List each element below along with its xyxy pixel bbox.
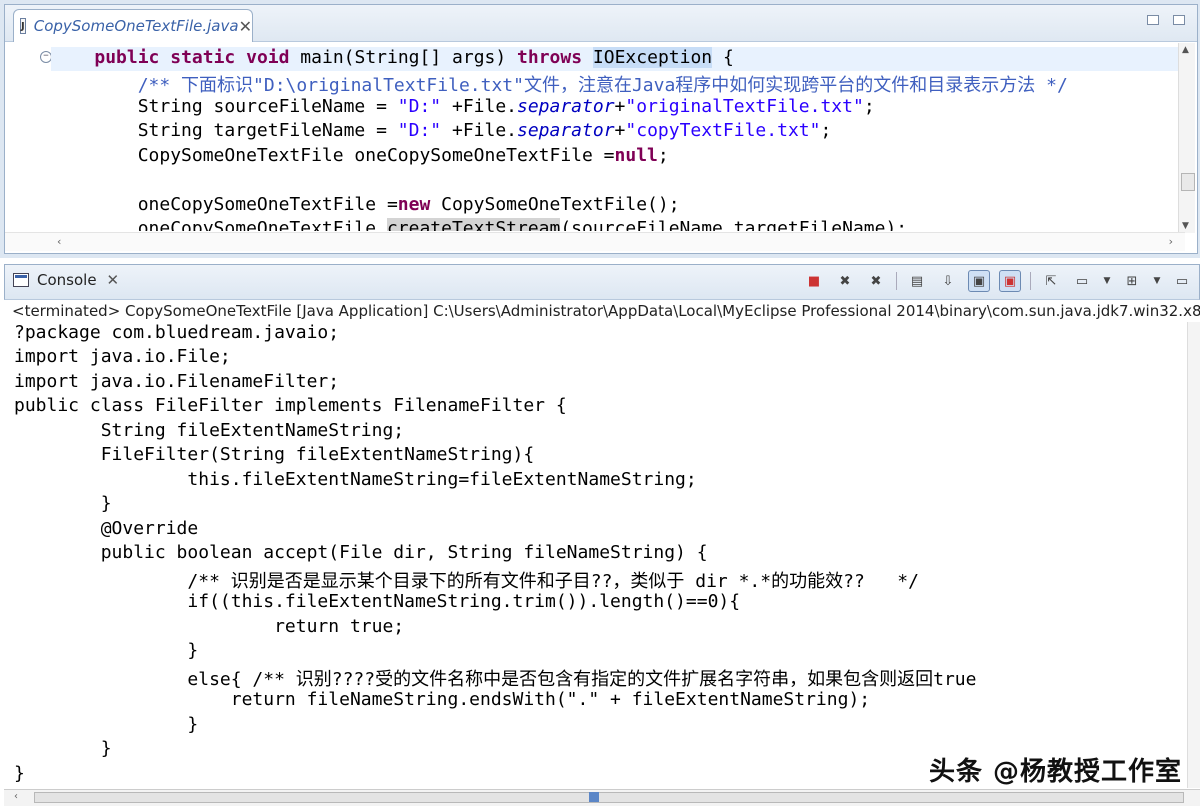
- show-on-stderr-icon[interactable]: ▣: [999, 270, 1021, 292]
- console-line: return fileNameString.endsWith("." + fil…: [14, 689, 871, 710]
- pin-console-icon[interactable]: ⇱: [1040, 270, 1062, 292]
- console-icon: [13, 273, 29, 287]
- java-file-icon: J: [20, 18, 26, 34]
- code-line: oneCopySomeOneTextFile =new CopySomeOneT…: [51, 194, 680, 215]
- console-tab[interactable]: Console ✕: [13, 271, 119, 289]
- code-line: String sourceFileName = "D:" +File.separ…: [51, 96, 875, 117]
- chevron-down-icon[interactable]: ▼: [1102, 270, 1112, 292]
- scrollbar-thumb[interactable]: [34, 792, 1184, 803]
- console-line: }: [14, 640, 199, 661]
- remove-launch-icon[interactable]: ✖: [834, 270, 856, 292]
- code-line: oneCopySomeOneTextFile.createTextStream(…: [51, 218, 907, 231]
- editor-panel: J CopySomeOneTextFile.java ✕ − public st…: [0, 0, 1200, 258]
- console-line: public boolean accept(File dir, String f…: [14, 542, 708, 563]
- console-line: }: [14, 738, 112, 759]
- code-line: String targetFileName = "D:" +File.separ…: [51, 120, 832, 141]
- scroll-lock-icon[interactable]: ⇩: [937, 270, 959, 292]
- scroll-left-icon[interactable]: ‹: [14, 791, 18, 802]
- scroll-down-icon[interactable]: ▼: [1182, 221, 1189, 231]
- console-line: ?package com.bluedream.javaio;: [14, 322, 340, 343]
- console-line: FileFilter(String fileExtentNameString){: [14, 444, 535, 465]
- code-line: CopySomeOneTextFile oneCopySomeOneTextFi…: [51, 145, 669, 166]
- display-selected-console-icon[interactable]: ▭: [1071, 270, 1093, 292]
- chevron-down-icon[interactable]: ▼: [1152, 270, 1162, 292]
- console-line: else{ /** 识别????受的文件名称中是否包含有指定的文件扩展名字符串，…: [14, 669, 977, 690]
- minimize-icon[interactable]: [1147, 15, 1159, 25]
- view-menu-icon[interactable]: ▭: [1171, 270, 1193, 292]
- code-line: /** 下面标识"D:\originalTextFile.txt"文件，注意在J…: [51, 75, 1068, 96]
- console-line: }: [14, 493, 112, 514]
- console-line: /** 识别是否是显示某个目录下的所有文件和子目??，类似于 dir *.*的功…: [14, 571, 919, 592]
- watermark: 头条 @杨教授工作室: [928, 757, 1182, 787]
- code-editor[interactable]: − public static void main(String[] args)…: [5, 43, 1185, 231]
- console-line: return true;: [14, 616, 405, 637]
- editor-vertical-scrollbar[interactable]: ▲ ▼: [1178, 43, 1195, 233]
- editor-tabbar: J CopySomeOneTextFile.java ✕: [5, 5, 1197, 42]
- toolbar-separator: [1030, 272, 1031, 290]
- console-line: if((this.fileExtentNameString.trim()).le…: [14, 591, 741, 612]
- console-line: import java.io.File;: [14, 346, 231, 367]
- scrollbar-grip-icon: [589, 792, 599, 802]
- console-toolbar: ■ ✖ ✖ ▤ ⇩ ▣ ▣ ⇱ ▭ ▼ ⊞ ▼ ▭: [803, 270, 1193, 292]
- console-line: this.fileExtentNameString=fileExtentName…: [14, 469, 697, 490]
- console-line: }: [14, 714, 199, 735]
- editor-tab[interactable]: J CopySomeOneTextFile.java ✕: [13, 9, 253, 42]
- editor-frame: J CopySomeOneTextFile.java ✕ − public st…: [4, 4, 1198, 254]
- console-output[interactable]: ?package com.bluedream.javaio; import ja…: [4, 322, 1196, 788]
- console-horizontal-scrollbar[interactable]: ‹: [4, 789, 1200, 806]
- maximize-icon[interactable]: [1173, 15, 1185, 25]
- terminate-icon[interactable]: ■: [803, 270, 825, 292]
- editor-window-controls: [1147, 15, 1185, 25]
- scroll-up-icon[interactable]: ▲: [1182, 45, 1189, 55]
- console-line: }: [14, 763, 25, 784]
- editor-tab-title: CopySomeOneTextFile.java: [33, 17, 239, 35]
- console-panel: Console ✕ ■ ✖ ✖ ▤ ⇩ ▣ ▣ ⇱ ▭ ▼ ⊞ ▼ ▭ <ter…: [0, 262, 1200, 806]
- toolbar-separator: [896, 272, 897, 290]
- console-line: @Override: [14, 518, 199, 539]
- code-line: public static void main(String[] args) t…: [51, 47, 1185, 71]
- console-vertical-scrollbar[interactable]: [1187, 322, 1200, 788]
- scroll-right-icon[interactable]: ›: [1169, 235, 1173, 248]
- show-on-stdout-icon[interactable]: ▣: [968, 270, 990, 292]
- console-tab-label: Console: [37, 271, 97, 289]
- open-console-icon[interactable]: ⊞: [1121, 270, 1143, 292]
- close-icon[interactable]: ✕: [239, 17, 252, 36]
- scrollbar-thumb[interactable]: [1181, 173, 1195, 191]
- console-line: import java.io.FilenameFilter;: [14, 371, 340, 392]
- close-icon[interactable]: ✕: [107, 271, 120, 289]
- remove-all-terminated-icon[interactable]: ✖: [865, 270, 887, 292]
- launch-info: <terminated> CopySomeOneTextFile [Java A…: [12, 302, 1200, 320]
- console-line: String fileExtentNameString;: [14, 420, 405, 441]
- console-tabbar: Console ✕ ■ ✖ ✖ ▤ ⇩ ▣ ▣ ⇱ ▭ ▼ ⊞ ▼ ▭: [4, 264, 1200, 300]
- scroll-left-icon[interactable]: ‹: [57, 235, 61, 248]
- editor-horizontal-scrollbar[interactable]: ‹ ›: [5, 232, 1185, 251]
- console-line: public class FileFilter implements Filen…: [14, 395, 567, 416]
- clear-console-icon[interactable]: ▤: [906, 270, 928, 292]
